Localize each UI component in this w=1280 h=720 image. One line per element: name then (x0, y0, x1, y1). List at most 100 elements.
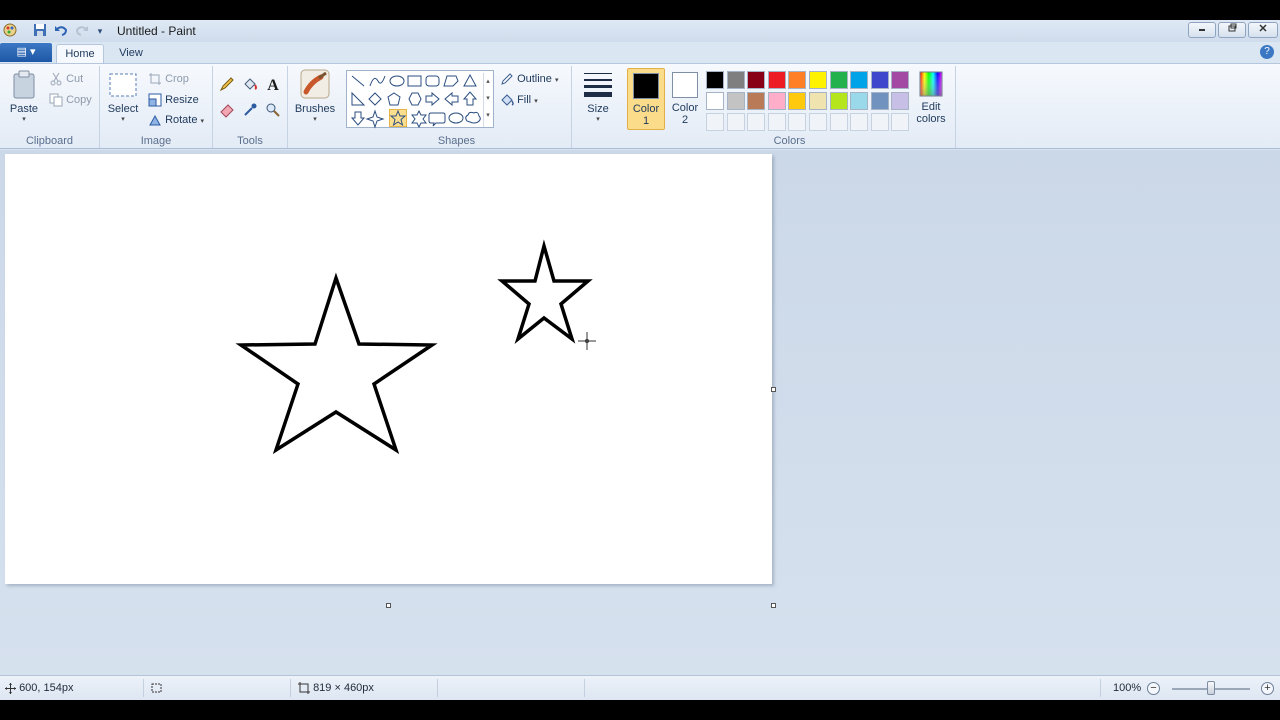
palette-swatch[interactable] (706, 92, 724, 110)
edit-colors-button[interactable]: Edit colors (912, 70, 950, 125)
palette-swatch[interactable] (809, 113, 827, 131)
redo-icon[interactable] (74, 23, 90, 39)
palette-swatch[interactable] (850, 113, 869, 131)
palette-swatch[interactable] (850, 92, 869, 110)
copy-button[interactable]: Copy (49, 93, 92, 107)
color-1-button[interactable]: Color 1 (627, 68, 665, 130)
palette-swatch[interactable] (829, 113, 848, 131)
paint-window: ▾ Untitled - Paint ▤ ▾ Home View ? Paste… (0, 20, 1280, 700)
pentagon-shape-icon (387, 92, 401, 106)
palette-swatch[interactable] (706, 71, 724, 89)
right-arrow-shape-icon (425, 91, 440, 107)
down-arrow-shape-icon (350, 111, 366, 126)
help-icon[interactable]: ? (1260, 45, 1274, 59)
cut-button[interactable]: Cut (49, 72, 83, 86)
drawing-canvas[interactable] (5, 154, 772, 584)
palette-swatch[interactable] (870, 71, 889, 89)
color-picker-tool[interactable] (240, 102, 260, 122)
zoom-in-button[interactable]: + (1261, 682, 1274, 695)
tab-view[interactable]: View (110, 44, 152, 63)
four-point-star-shape-icon (365, 109, 385, 129)
tab-home[interactable]: Home (56, 44, 104, 63)
close-button[interactable] (1248, 22, 1278, 38)
paste-button[interactable]: Paste ▾ (6, 70, 42, 123)
palette-swatch[interactable] (788, 92, 807, 110)
undo-icon[interactable] (53, 23, 69, 39)
ribbon: Paste ▾ Cut Copy Clipboard Select ▾ Crop… (0, 63, 1280, 149)
rounded-callout-shape-icon (428, 112, 446, 127)
cursor-position: 600, 154px (5, 682, 74, 694)
paint-app-icon[interactable] (2, 23, 18, 39)
customize-quick-access-icon[interactable]: ▾ (92, 23, 108, 39)
palette-swatch[interactable] (726, 113, 745, 131)
tools-group-label: Tools (237, 135, 263, 147)
pencil-tool[interactable] (217, 76, 237, 96)
palette-swatch[interactable] (850, 71, 869, 89)
palette-swatch[interactable] (747, 113, 766, 131)
palette-swatch[interactable] (891, 92, 910, 110)
move-cursor-icon (5, 682, 16, 694)
palette-swatch[interactable] (809, 92, 827, 110)
right-triangle-shape-icon (351, 91, 366, 106)
resize-handle-corner[interactable] (771, 603, 776, 608)
resize-handle-right[interactable] (771, 387, 776, 392)
size-button[interactable]: Size ▾ (578, 70, 618, 123)
color-2-button[interactable]: Color 2 (666, 68, 704, 130)
eyedropper-icon (244, 103, 257, 116)
palette-swatch[interactable] (767, 92, 786, 110)
resize-handle-bottom[interactable] (386, 603, 391, 608)
magnifier-tool[interactable] (263, 102, 283, 122)
crop-icon (149, 73, 161, 85)
magnifier-icon (266, 103, 280, 117)
resize-button[interactable]: Resize (148, 93, 199, 107)
palette-swatch[interactable] (891, 71, 910, 89)
shapes-gallery-scroll[interactable]: ▴ ▾ ▾ (483, 73, 492, 127)
ribbon-tabs: ▤ ▾ Home View ? (0, 42, 1280, 63)
paint-menu-button[interactable]: ▤ ▾ (0, 43, 52, 62)
text-tool[interactable]: A (263, 76, 283, 96)
palette-swatch[interactable] (870, 92, 889, 110)
zoom-slider-thumb[interactable] (1207, 681, 1215, 695)
selection-size-icon (151, 683, 162, 693)
outline-button[interactable]: Outline ▾ (500, 72, 559, 86)
palette-swatch[interactable] (829, 71, 848, 89)
palette-swatch[interactable] (788, 71, 807, 89)
up-arrow-shape-icon (462, 91, 478, 106)
save-icon[interactable] (32, 23, 48, 39)
paint-bucket-icon (244, 78, 257, 90)
select-button[interactable]: Select ▾ (106, 70, 140, 123)
palette-swatch[interactable] (829, 92, 848, 110)
zoom-out-button[interactable]: − (1147, 682, 1160, 695)
rotate-icon (149, 114, 161, 126)
window-title: Untitled - Paint (117, 24, 196, 38)
fill-tool[interactable] (240, 76, 260, 96)
canvas-drawing (235, 239, 596, 455)
selection-rectangle-icon (109, 73, 137, 97)
brushes-button[interactable]: Brushes ▾ (291, 68, 339, 123)
shapes-gallery: ▴ ▾ ▾ (346, 70, 494, 129)
eraser-tool[interactable] (217, 102, 237, 122)
rotate-button[interactable]: Rotate ▾ (148, 113, 204, 127)
clipboard-group-label: Clipboard (25, 135, 74, 147)
five-point-star-shape[interactable] (389, 109, 407, 127)
palette-swatch[interactable] (870, 113, 889, 131)
scissors-icon (50, 72, 62, 86)
minimize-button[interactable] (1188, 22, 1216, 38)
line-shape-icon (351, 75, 365, 87)
canvas-workspace[interactable] (0, 150, 1280, 675)
palette-swatch[interactable] (747, 71, 766, 89)
palette-swatch[interactable] (767, 71, 786, 89)
palette-swatch[interactable] (809, 71, 827, 89)
palette-swatch[interactable] (706, 113, 724, 131)
palette-swatch[interactable] (726, 71, 745, 89)
fill-button[interactable]: Fill ▾ (500, 93, 538, 107)
palette-swatch[interactable] (788, 113, 807, 131)
restore-button[interactable] (1218, 22, 1246, 38)
paste-icon (13, 70, 35, 99)
palette-swatch[interactable] (747, 92, 766, 110)
fill-bucket-icon (501, 94, 514, 106)
palette-swatch[interactable] (767, 113, 786, 131)
palette-swatch[interactable] (726, 92, 745, 110)
palette-swatch[interactable] (891, 113, 910, 131)
crop-button[interactable]: Crop (148, 72, 189, 86)
